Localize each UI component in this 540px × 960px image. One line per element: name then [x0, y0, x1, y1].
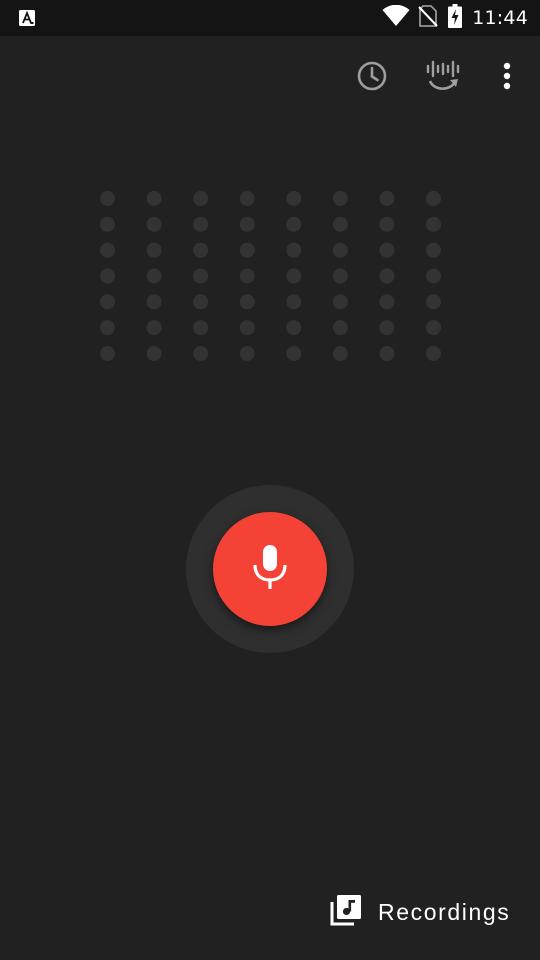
visualizer-dot: [146, 191, 162, 206]
visualizer-dot: [332, 191, 348, 206]
history-button[interactable]: [350, 56, 394, 100]
visualizer-dot: [146, 242, 162, 258]
visualizer-dot: [193, 268, 209, 284]
visualizer-dot: [332, 346, 348, 361]
visualizer-dot: [286, 346, 302, 361]
visualizer-dot: [379, 191, 395, 206]
battery-charging-icon: [448, 3, 463, 33]
visualizer-dot: [193, 320, 209, 336]
visualizer-dot: [146, 268, 162, 284]
visualizer-dot: [146, 320, 162, 336]
music-library-icon: [330, 894, 362, 931]
visualizer-dot: [332, 242, 348, 258]
status-icons: 11:44: [382, 0, 528, 36]
visualizer-dot: [100, 242, 115, 258]
visualizer-dot: [100, 216, 115, 232]
visualizer-dot: [100, 294, 115, 310]
record-button[interactable]: [213, 512, 327, 626]
visualizer-dot: [146, 346, 162, 361]
audio-convert-icon: [425, 59, 461, 98]
visualizer-dot: [100, 191, 115, 206]
visualizer-dot: [239, 320, 255, 336]
visualizer-dot: [379, 320, 395, 336]
visualizer-dot: [379, 268, 395, 284]
visualizer-dot: [146, 294, 162, 310]
status-time: 11:44: [472, 7, 528, 29]
visualizer-dot: [193, 294, 209, 310]
visualizer-dot: [193, 346, 209, 361]
visualizer-dot: [286, 242, 302, 258]
voice-recorder-screen: 11:44 Recordings: [0, 0, 540, 960]
more-vert-icon: [503, 62, 511, 95]
audio-level-visualizer: [100, 191, 441, 361]
visualizer-dot: [193, 242, 209, 258]
visualizer-dot: [332, 268, 348, 284]
recordings-label: Recordings: [378, 898, 511, 925]
visualizer-dot: [426, 242, 441, 258]
visualizer-dot: [332, 320, 348, 336]
visualizer-dot: [426, 320, 441, 336]
visualizer-dot: [379, 242, 395, 258]
recordings-button[interactable]: Recordings: [330, 892, 510, 932]
wifi-icon: [382, 4, 410, 32]
visualizer-dot: [239, 346, 255, 361]
visualizer-dot: [146, 216, 162, 232]
visualizer-dot: [426, 191, 441, 206]
visualizer-dot: [193, 191, 209, 206]
visualizer-dot: [379, 294, 395, 310]
visualizer-dot: [379, 216, 395, 232]
more-options-button[interactable]: [485, 56, 529, 100]
visualizer-dot: [426, 346, 441, 361]
visualizer-dot: [239, 216, 255, 232]
visualizer-dot: [286, 320, 302, 336]
status-bar: 11:44: [0, 0, 540, 36]
visualizer-dot: [426, 268, 441, 284]
visualizer-dot: [239, 268, 255, 284]
convert-audio-button[interactable]: [421, 56, 465, 100]
visualizer-dot: [100, 346, 115, 361]
visualizer-dot: [286, 191, 302, 206]
visualizer-dot: [426, 216, 441, 232]
visualizer-dot: [193, 216, 209, 232]
visualizer-dot: [286, 294, 302, 310]
visualizer-dot: [286, 268, 302, 284]
history-clock-icon: [356, 60, 388, 97]
visualizer-dot: [332, 294, 348, 310]
no-sim-icon: [418, 4, 438, 32]
visualizer-dot: [100, 320, 115, 336]
visualizer-dot: [426, 294, 441, 310]
visualizer-dot: [286, 216, 302, 232]
visualizer-dot: [100, 268, 115, 284]
visualizer-dot: [379, 346, 395, 361]
mic-icon: [252, 543, 288, 596]
visualizer-dot: [239, 294, 255, 310]
visualizer-dot: [239, 191, 255, 206]
visualizer-dot: [332, 216, 348, 232]
text-a-notification-icon: [18, 9, 36, 27]
visualizer-dot: [239, 242, 255, 258]
